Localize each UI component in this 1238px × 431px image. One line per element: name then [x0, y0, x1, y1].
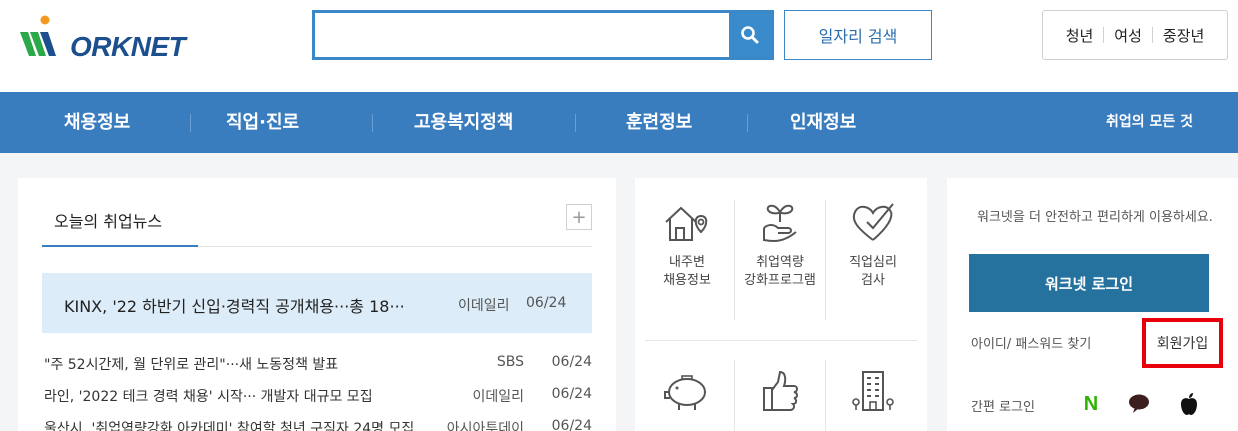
nav-item-recruitment[interactable]: 채용정보	[64, 92, 130, 153]
nav-item-talent[interactable]: 인재정보	[790, 92, 856, 153]
main-nav: 채용정보 직업·진로 고용복지정책 훈련정보 인재정보 취업의 모든 것	[0, 92, 1238, 153]
news-item-title: "주 52시간제, 월 단위로 관리"···새 노동정책 발표	[44, 357, 339, 373]
news-featured-item[interactable]: KINX, '22 하반기 신입·경력직 공개채용···총 18··· 이데일리…	[42, 273, 592, 333]
featured-date: 06/24	[526, 295, 567, 311]
service-nearby-jobs[interactable]: 내주변 채용정보	[639, 198, 735, 290]
worknet-login-button[interactable]: 워크넷 로그인	[969, 254, 1209, 312]
login-panel: 워크넷을 더 안전하고 편리하게 이용하세요. 워크넷 로그인 아이디/ 패스워…	[947, 178, 1238, 431]
news-tab-underline	[42, 245, 198, 247]
news-item-title: 울산시, '취업역량강화 아카데미' 참여할 청년 구직자 24명 모집	[44, 421, 415, 431]
building-icon	[852, 371, 894, 411]
news-tab[interactable]: 오늘의 취업뉴스	[54, 208, 162, 232]
news-panel: 오늘의 취업뉴스 + KINX, '22 하반기 신입·경력직 공개채용···총…	[18, 178, 616, 431]
service-label: 직업심리 검사	[849, 255, 897, 288]
kakao-icon	[1129, 394, 1149, 413]
news-list: "주 52시간제, 월 단위로 관리"···새 노동정책 발표 SBS 06/2…	[44, 350, 592, 431]
news-item-date: 06/24	[551, 354, 592, 370]
search-input[interactable]	[315, 13, 731, 57]
search-button[interactable]	[729, 13, 771, 57]
nav-item-welfare-policy[interactable]: 고용복지정책	[414, 92, 513, 153]
news-item-source: 아시아투데이	[446, 421, 524, 431]
worknet-logo[interactable]: ORKNET	[18, 12, 188, 62]
heart-check-icon	[852, 203, 894, 241]
news-item-title: 라인, '2022 테크 경력 채용' 시작··· 개발자 대규모 모집	[44, 389, 373, 405]
kakao-login-button[interactable]	[1125, 390, 1153, 418]
nav-all-about-jobs[interactable]: 취업의 모든 것	[1106, 92, 1193, 153]
news-item-date: 06/24	[551, 418, 592, 431]
service-label: 취업역량 강화프로그램	[744, 255, 816, 288]
nav-item-training[interactable]: 훈련정보	[626, 92, 692, 153]
top-header: ORKNET 일자리 검색 청년 여성 중장년	[0, 0, 1238, 92]
news-divider	[198, 246, 592, 247]
news-more-button[interactable]: +	[566, 204, 592, 230]
login-notice: 워크넷을 더 안전하고 편리하게 이용하세요.	[977, 210, 1213, 225]
news-item[interactable]: "주 52시간제, 월 단위로 관리"···새 노동정책 발표 SBS 06/2…	[44, 350, 592, 382]
audience-link-youth[interactable]: 청년	[1056, 25, 1104, 46]
service-employability-program[interactable]: 취업역량 강화프로그램	[732, 198, 828, 290]
search-box	[312, 10, 774, 60]
search-icon	[741, 26, 759, 44]
services-panel: 내주변 채용정보 취업역량 강화프로그램 직업심리 검사	[635, 178, 927, 431]
sprout-hand-icon	[763, 204, 797, 242]
apple-icon	[1181, 393, 1197, 415]
featured-title: KINX, '22 하반기 신입·경력직 공개채용···총 18···	[64, 297, 405, 316]
audience-link-middle-aged[interactable]: 중장년	[1153, 25, 1214, 46]
nav-divider	[190, 114, 191, 132]
signup-link[interactable]: 회원가입	[1142, 318, 1223, 368]
news-item[interactable]: 울산시, '취업역량강화 아카데미' 참여할 청년 구직자 24명 모집 아시아…	[44, 414, 592, 431]
nav-item-career[interactable]: 직업·진로	[226, 92, 299, 153]
find-id-password-link[interactable]: 아이디/ 패스워드 찾기	[971, 333, 1091, 352]
house-location-icon	[665, 206, 708, 241]
thumbs-up-icon	[763, 370, 798, 411]
nav-divider	[747, 114, 748, 132]
nav-divider	[372, 114, 373, 132]
service-building[interactable]	[825, 368, 921, 424]
audience-links: 청년 여성 중장년	[1042, 10, 1228, 60]
service-row-divider	[645, 340, 917, 341]
audience-link-women[interactable]: 여성	[1104, 25, 1152, 46]
simple-login-label: 간편 로그인	[971, 400, 1035, 415]
service-thumbs-up[interactable]	[732, 368, 828, 424]
apple-login-button[interactable]	[1175, 390, 1203, 418]
news-item-source: 이데일리	[472, 389, 524, 405]
worknet-logo-mark	[20, 15, 56, 56]
news-item-date: 06/24	[551, 386, 592, 402]
service-career-psych-test[interactable]: 직업심리 검사	[825, 198, 921, 290]
naver-login-button[interactable]: N	[1077, 390, 1105, 418]
piggy-bank-icon	[664, 375, 706, 410]
news-item[interactable]: 라인, '2022 테크 경력 채용' 시작··· 개발자 대규모 모집 이데일…	[44, 382, 592, 414]
service-label: 내주변 채용정보	[663, 255, 711, 288]
naver-icon: N	[1083, 392, 1099, 415]
logo-text: ORKNET	[70, 31, 186, 62]
news-item-source: SBS	[496, 354, 524, 370]
nav-divider	[575, 114, 576, 132]
featured-source: 이데일리	[458, 298, 510, 314]
service-piggy-bank[interactable]	[639, 368, 735, 424]
job-search-button[interactable]: 일자리 검색	[784, 10, 932, 60]
